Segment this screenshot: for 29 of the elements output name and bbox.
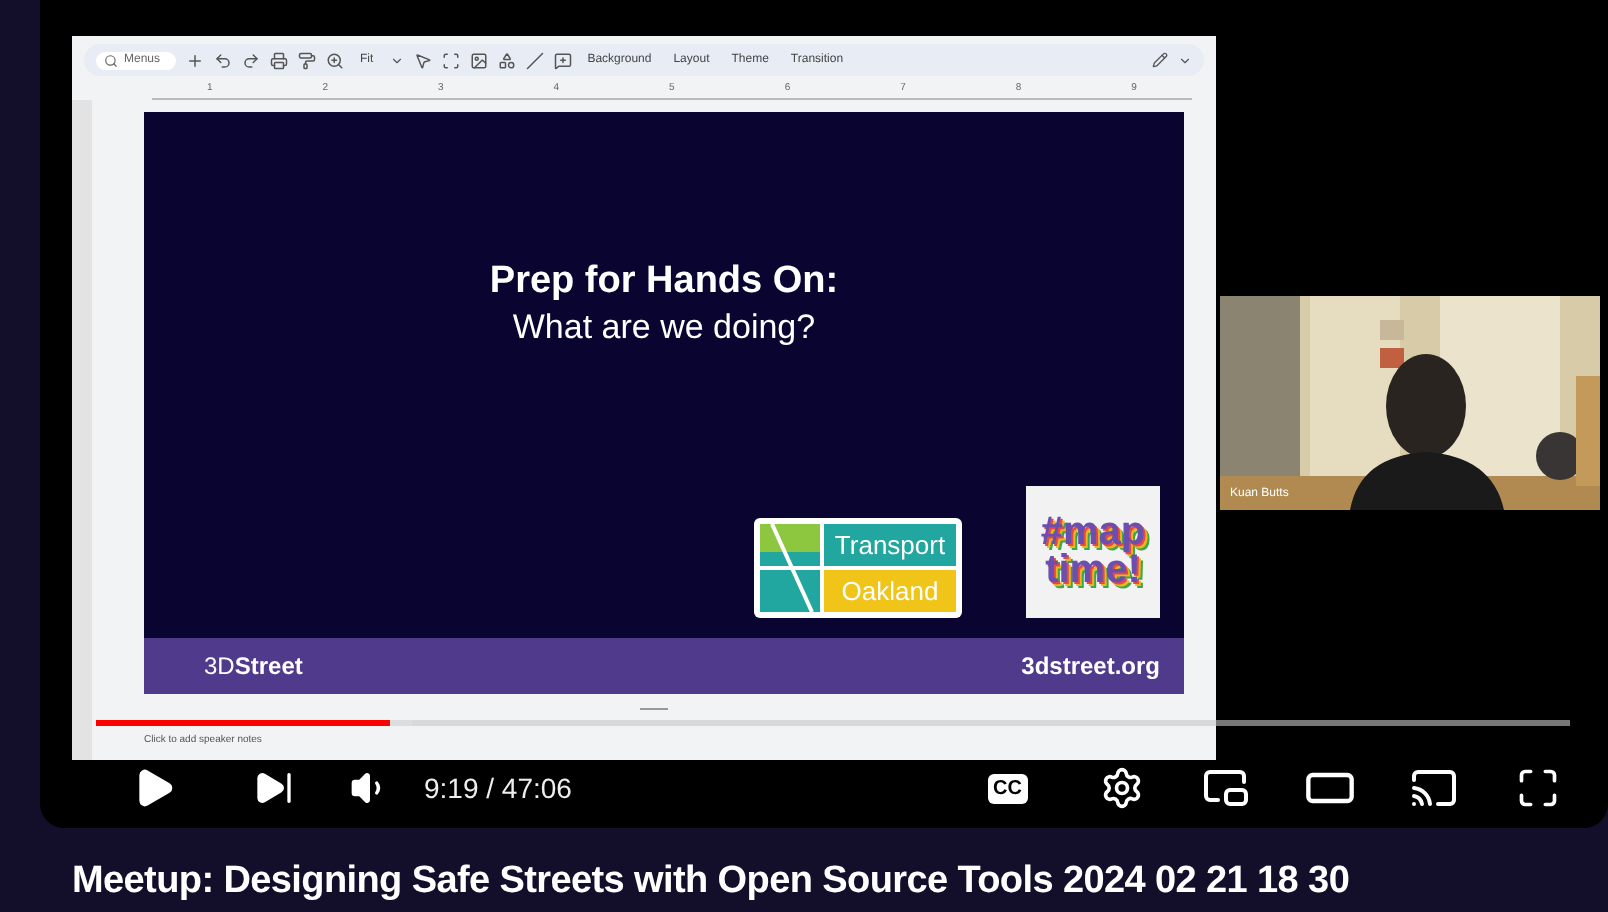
redo-icon[interactable] — [242, 51, 261, 69]
video-player[interactable] — [40, 0, 1608, 828]
print-icon[interactable] — [270, 51, 289, 69]
undo-icon[interactable] — [214, 51, 233, 69]
frame-icon[interactable] — [441, 51, 460, 69]
shapes-icon[interactable] — [497, 51, 516, 69]
zoom-icon[interactable] — [326, 51, 345, 69]
line-icon[interactable] — [525, 51, 544, 69]
next-icon — [254, 768, 294, 808]
video-title: Meetup: Designing Safe Streets with Open Source Tools 2024 02 21 18 30 — [72, 860, 1352, 904]
slide-title: Prep for Hands On: — [489, 260, 839, 304]
logo-mark-icon — [760, 524, 820, 612]
maptime-logo: #map time! — [1026, 486, 1160, 618]
footer-url: 3dstreet.org — [1021, 652, 1160, 680]
footer-brand: 3DStreet — [204, 652, 303, 680]
captions-button[interactable]: CC — [987, 773, 1028, 803]
image-icon[interactable] — [469, 51, 488, 69]
slide-subtitle: What are we doing? — [512, 308, 816, 348]
time-display: 9:19 / 47:06 — [424, 772, 574, 804]
comment-icon[interactable] — [553, 51, 572, 69]
pen-icon[interactable] — [1152, 52, 1168, 68]
select-icon[interactable] — [413, 51, 432, 69]
caret-icon[interactable] — [1178, 53, 1192, 67]
search-icon — [104, 53, 118, 67]
logo-text: Oakland — [824, 570, 956, 612]
caret-icon[interactable] — [389, 53, 404, 67]
paint-format-icon[interactable] — [298, 51, 317, 69]
plus-icon[interactable] — [186, 51, 205, 69]
logo-text: Transport — [824, 524, 956, 566]
